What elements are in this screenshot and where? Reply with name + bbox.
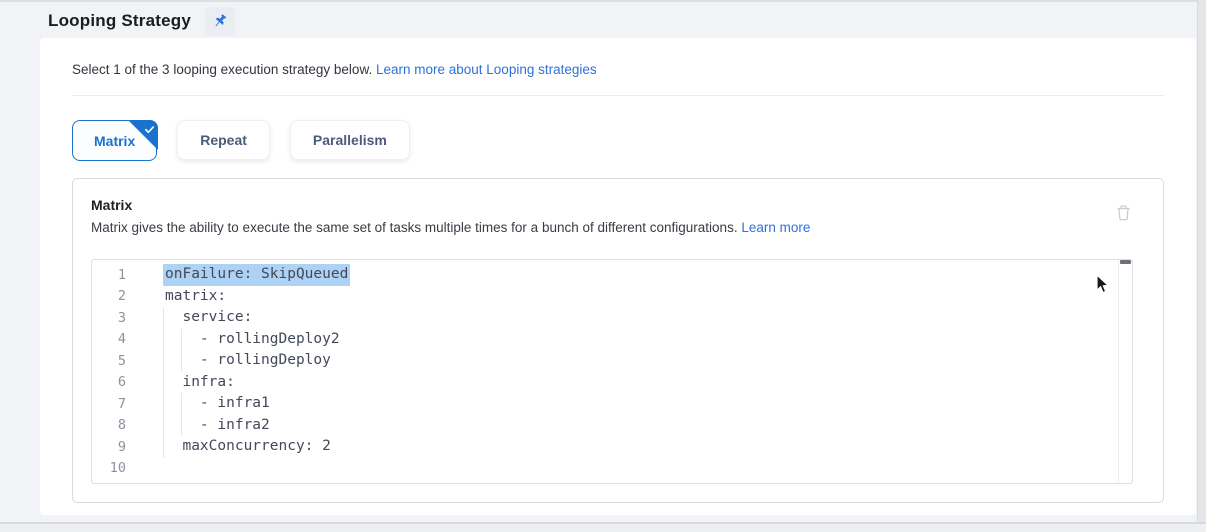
tab-matrix-label: Matrix [94, 133, 135, 149]
indent-guide [163, 393, 164, 415]
editor-line[interactable]: 10 [92, 458, 1116, 480]
editor-line[interactable]: 5 - rollingDeploy [92, 350, 1116, 372]
tab-repeat[interactable]: Repeat [177, 120, 270, 160]
window-right-edge [1197, 0, 1206, 532]
code-area: onFailure: SkipQueued [126, 264, 1116, 286]
line-number: 4 [92, 331, 126, 347]
looping-strategies-docs-link[interactable]: Learn more about Looping strategies [376, 62, 597, 77]
tab-repeat-label: Repeat [200, 132, 247, 148]
code-area: - infra2 [126, 415, 1116, 437]
code-text: - rollingDeploy2 [165, 329, 340, 351]
tab-parallelism-label: Parallelism [313, 132, 387, 148]
editor-line[interactable]: 4 - rollingDeploy2 [92, 329, 1116, 351]
code-text: matrix: [165, 286, 226, 308]
line-number: 5 [92, 353, 126, 369]
line-number: 10 [92, 460, 126, 476]
code-text: service: [165, 307, 252, 329]
code-area: - infra1 [126, 393, 1116, 415]
card-description-text: Matrix gives the ability to execute the … [91, 220, 738, 235]
code-area: infra: [126, 372, 1116, 394]
line-number: 6 [92, 374, 126, 390]
indent-guide [163, 436, 164, 458]
header: Looping Strategy [48, 6, 235, 36]
line-number: 1 [92, 267, 126, 283]
indent-guide [163, 350, 164, 372]
indent-guide [163, 415, 164, 437]
editor-line[interactable]: 3 service: [92, 307, 1116, 329]
looping-strategy-panel: Select 1 of the 3 looping execution stra… [40, 38, 1196, 515]
indent-guide [181, 329, 182, 351]
indent-guide [181, 350, 182, 372]
matrix-learn-more-link[interactable]: Learn more [741, 220, 810, 235]
delete-strategy-button[interactable] [1111, 201, 1135, 225]
strategy-tabs: Matrix Repeat Parallelism [72, 120, 410, 161]
indent-guide [163, 307, 164, 329]
code-text: - rollingDeploy [165, 350, 331, 372]
indent-guide [181, 415, 182, 437]
screen: Looping Strategy Select 1 of the 3 loopi… [0, 0, 1206, 532]
line-number: 3 [92, 310, 126, 326]
indent-guide [181, 393, 182, 415]
tab-matrix[interactable]: Matrix [72, 120, 157, 161]
editor-line[interactable]: 9 maxConcurrency: 2 [92, 436, 1116, 458]
pushpin-icon [212, 13, 228, 29]
indent-guide [163, 329, 164, 351]
line-number: 7 [92, 396, 126, 412]
matrix-card: Matrix Matrix gives the ability to execu… [72, 178, 1164, 503]
window-top-edge [0, 0, 1206, 2]
line-number: 9 [92, 439, 126, 455]
line-number: 2 [92, 288, 126, 304]
code-text: maxConcurrency: 2 [165, 436, 331, 458]
trash-icon [1115, 204, 1132, 222]
editor-scrollbar-thumb[interactable] [1120, 260, 1131, 264]
code-area: matrix: [126, 286, 1116, 308]
code-text: infra: [165, 372, 235, 394]
pin-button[interactable] [205, 7, 235, 36]
intro-text: Select 1 of the 3 looping execution stra… [72, 62, 597, 77]
editor-line[interactable]: 6 infra: [92, 372, 1116, 394]
line-number: 8 [92, 417, 126, 433]
editor-line[interactable]: 1 onFailure: SkipQueued [92, 264, 1116, 286]
page-title: Looping Strategy [48, 11, 191, 31]
tab-parallelism[interactable]: Parallelism [290, 120, 410, 160]
editor-lines: 1 onFailure: SkipQueued 2 matrix: 3 serv… [92, 264, 1116, 479]
code-area: service: [126, 307, 1116, 329]
code-area: - rollingDeploy [126, 350, 1116, 372]
editor-scrollbar-track [1118, 260, 1119, 483]
indent-guide [163, 372, 164, 394]
section-divider [72, 95, 1164, 96]
code-text: onFailure: SkipQueued [165, 264, 348, 286]
card-description: Matrix gives the ability to execute the … [91, 220, 810, 235]
editor-line[interactable]: 7 - infra1 [92, 393, 1116, 415]
editor-line[interactable]: 2 matrix: [92, 286, 1116, 308]
card-heading: Matrix [91, 197, 132, 213]
code-area [126, 458, 1116, 480]
editor-line[interactable]: 8 - infra2 [92, 415, 1116, 437]
yaml-editor[interactable]: 1 onFailure: SkipQueued 2 matrix: 3 serv… [91, 259, 1133, 484]
code-area: maxConcurrency: 2 [126, 436, 1116, 458]
intro-sentence: Select 1 of the 3 looping execution stra… [72, 62, 372, 77]
bottom-area [0, 524, 1206, 532]
code-area: - rollingDeploy2 [126, 329, 1116, 351]
